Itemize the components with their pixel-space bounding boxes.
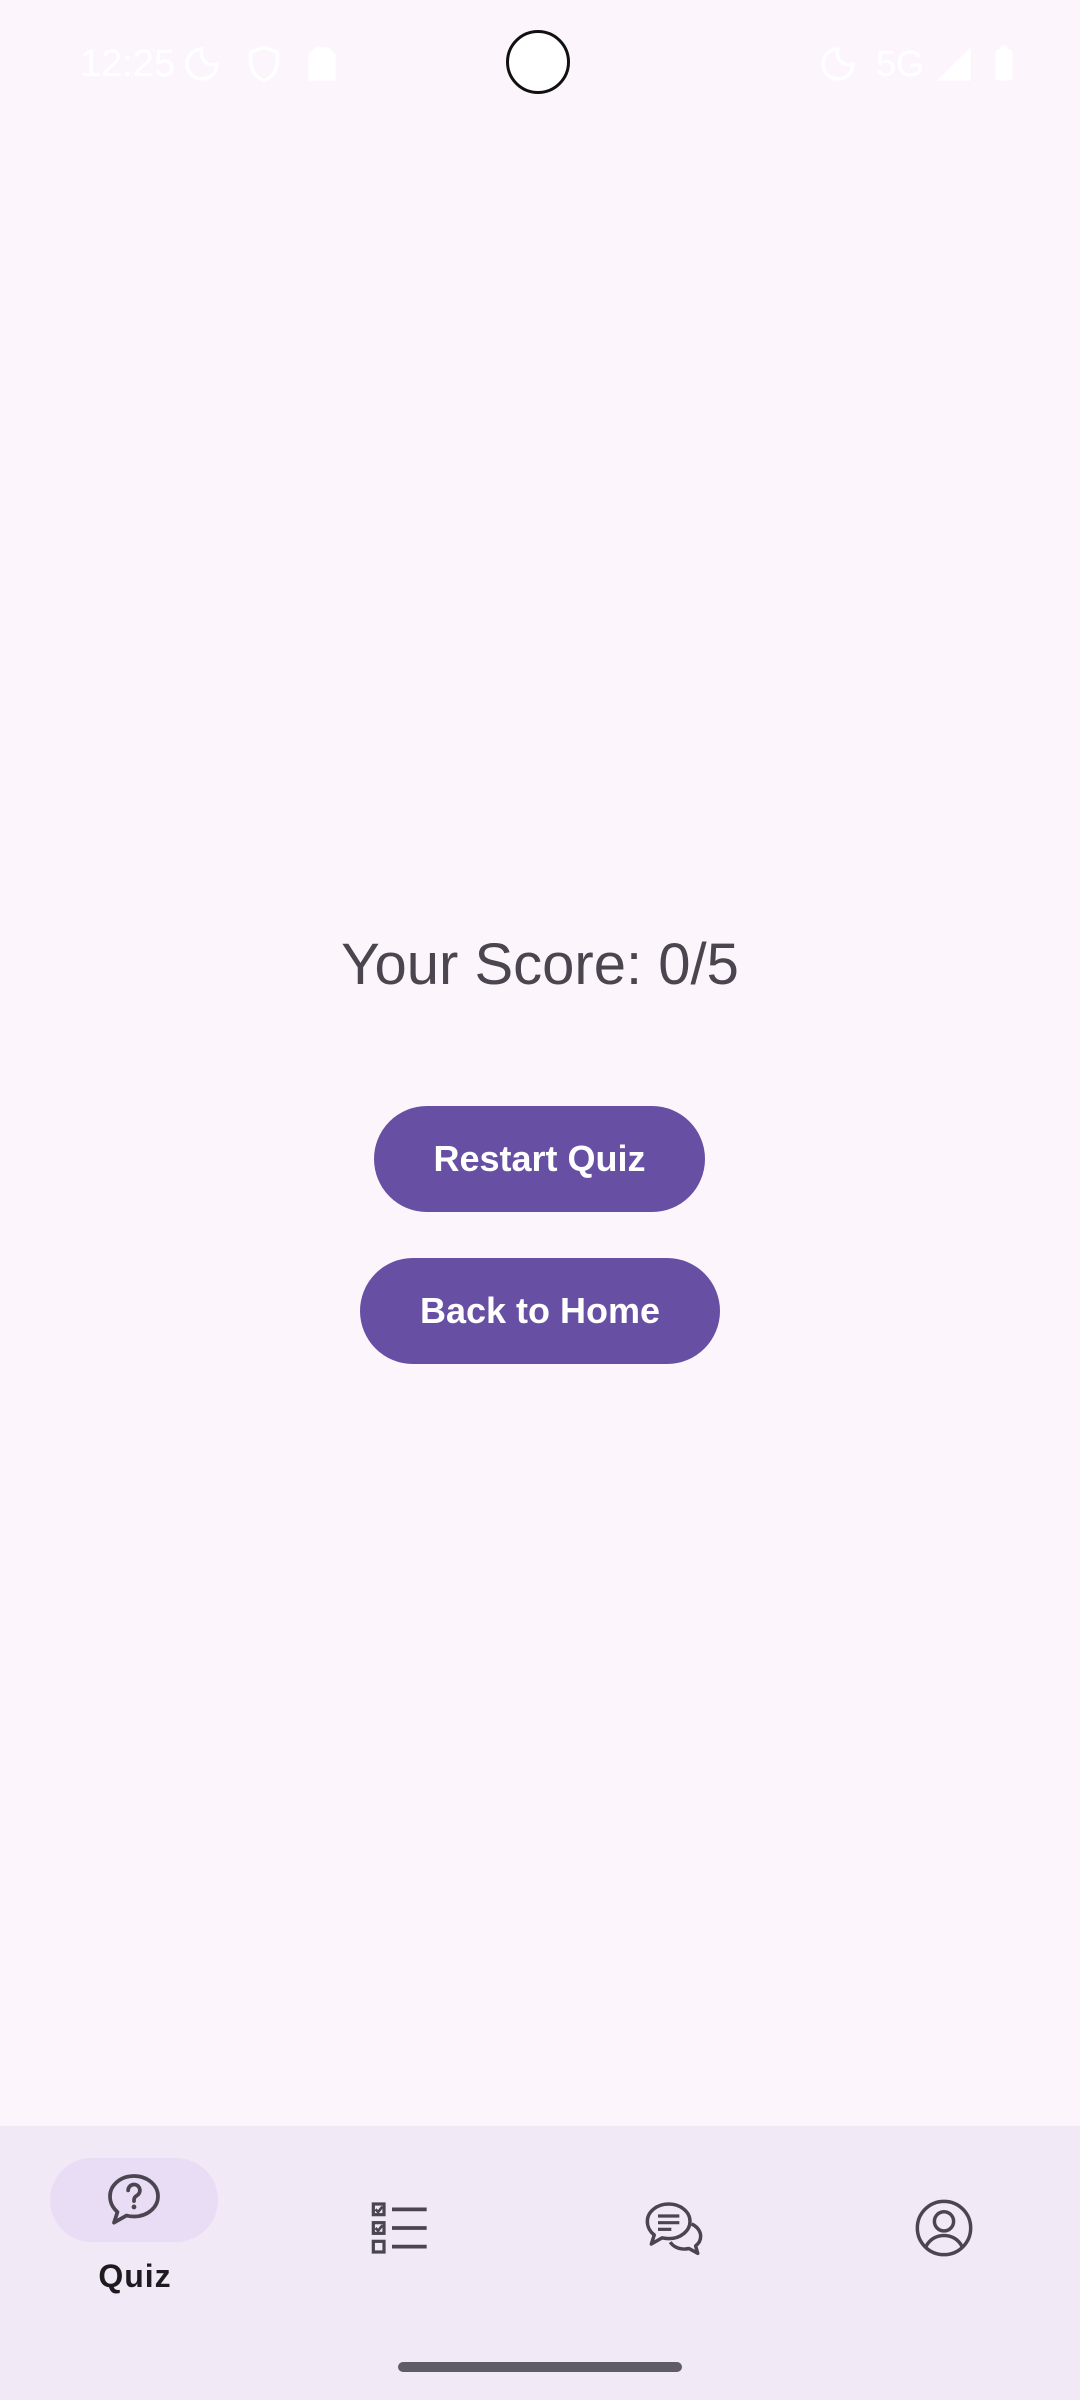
checklist-icon bbox=[371, 2202, 427, 2254]
moon-icon bbox=[821, 47, 855, 81]
camera-cutout bbox=[506, 30, 570, 94]
do-not-disturb-icon bbox=[185, 47, 219, 81]
home-indicator[interactable] bbox=[398, 2362, 682, 2372]
nav-item-quiz[interactable]: Quiz bbox=[0, 2126, 270, 2326]
score-text: Your Score: 0/5 bbox=[341, 932, 739, 997]
nav-item-profile[interactable] bbox=[810, 2126, 1080, 2326]
signal-icon bbox=[937, 47, 971, 81]
status-bar: 12:25 5G bbox=[0, 0, 1080, 128]
restart-quiz-button[interactable]: Restart Quiz bbox=[374, 1106, 705, 1212]
status-time: 12:25 bbox=[80, 43, 176, 85]
bottom-navigation: Quiz bbox=[0, 2126, 1080, 2400]
nav-label-quiz: Quiz bbox=[98, 2258, 172, 2294]
sim-card-icon bbox=[308, 47, 336, 81]
back-to-home-button[interactable]: Back to Home bbox=[360, 1258, 720, 1364]
shield-icon bbox=[249, 45, 279, 83]
nav-item-checklist[interactable] bbox=[270, 2126, 540, 2326]
chat-icon bbox=[645, 2202, 703, 2256]
quiz-bubble-icon bbox=[108, 2174, 160, 2225]
battery-icon bbox=[995, 45, 1013, 81]
network-label: 5G bbox=[876, 43, 925, 84]
profile-icon bbox=[915, 2199, 973, 2257]
nav-item-chat[interactable] bbox=[540, 2126, 810, 2326]
